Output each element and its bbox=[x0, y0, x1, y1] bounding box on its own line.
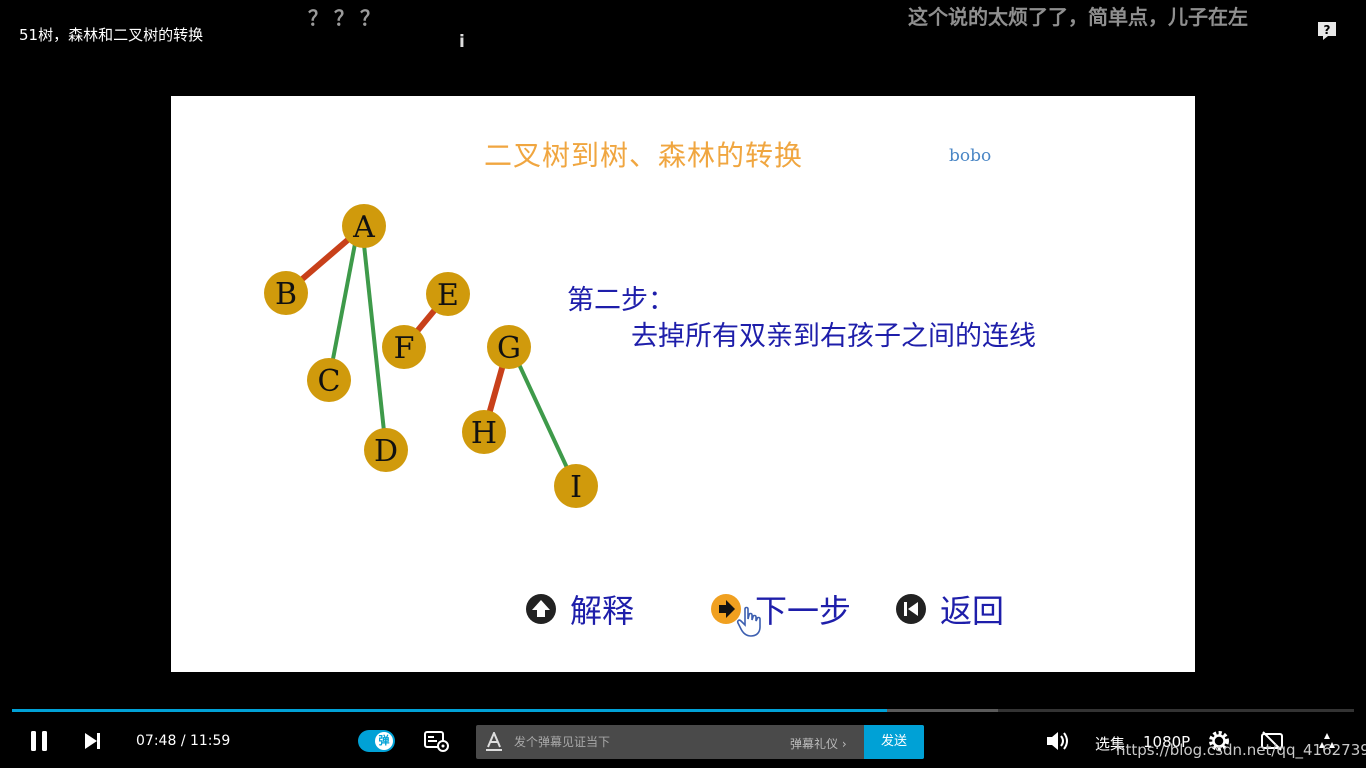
danmaku-etiquette-link[interactable]: 弹幕礼仪 › bbox=[790, 735, 847, 752]
duration: 11:59 bbox=[189, 733, 231, 749]
current-time: 07:48 bbox=[136, 733, 177, 749]
text-style-icon[interactable] bbox=[485, 732, 503, 752]
video-frame[interactable]: 二叉树到树、森林的转换 bobo A B C D E F G H I 第二步： … bbox=[171, 96, 1195, 672]
info-icon[interactable]: i bbox=[459, 32, 465, 52]
tree-node-e: E bbox=[426, 272, 470, 316]
edge-g-i bbox=[509, 346, 577, 486]
tree-node-i: I bbox=[554, 464, 598, 508]
next-step-label: 下一步 bbox=[755, 592, 852, 630]
danmaku-input[interactable] bbox=[514, 725, 774, 759]
svg-text:C: C bbox=[318, 364, 341, 399]
pause-icon[interactable] bbox=[30, 730, 48, 752]
player-controls: 07:48 / 11:59 弹 弹幕礼仪 › 发送 选集 1080P bbox=[0, 714, 1366, 768]
help-feedback-icon[interactable]: ? bbox=[1316, 21, 1338, 41]
svg-text:I: I bbox=[570, 470, 582, 505]
danmaku-toggle[interactable]: 弹 bbox=[358, 730, 395, 752]
next-video-icon[interactable] bbox=[84, 731, 102, 751]
svg-text:D: D bbox=[374, 434, 398, 469]
danmaku-comment[interactable]: 这个说的太烦了了，简单点，儿子在左 bbox=[908, 1, 1248, 30]
tree-node-d: D bbox=[364, 428, 408, 472]
back-button[interactable]: 返回 bbox=[896, 586, 1004, 632]
tree-node-h: H bbox=[462, 410, 506, 454]
watermark: https://blog.csdn.net/qq_41627390 bbox=[1116, 741, 1366, 759]
tree-node-g: G bbox=[487, 325, 531, 369]
step-heading: 第二步： bbox=[567, 285, 675, 316]
back-label: 返回 bbox=[940, 592, 1005, 630]
up-arrow-icon bbox=[526, 594, 556, 624]
tree-node-f: F bbox=[382, 325, 426, 369]
explain-label: 解释 bbox=[570, 592, 635, 630]
volume-icon[interactable] bbox=[1046, 730, 1070, 752]
edge-a-d bbox=[360, 225, 388, 451]
danmaku-bar: 弹幕礼仪 › 发送 bbox=[476, 725, 924, 759]
tree-node-c: C bbox=[307, 358, 351, 402]
tree-nodes: A B C D E F G H I bbox=[264, 204, 598, 508]
danmaku-toggle-label: 弹 bbox=[375, 732, 393, 750]
svg-text:B: B bbox=[275, 277, 297, 312]
svg-text:A: A bbox=[352, 210, 375, 245]
tree-node-b: B bbox=[264, 271, 308, 315]
svg-text:?: ? bbox=[1324, 23, 1331, 37]
video-title: 51树，森林和二叉树的转换 bbox=[19, 26, 204, 44]
progress-played bbox=[12, 709, 887, 712]
svg-text:E: E bbox=[437, 278, 459, 313]
danmaku-settings-icon[interactable] bbox=[424, 730, 450, 752]
send-button[interactable]: 发送 bbox=[864, 725, 924, 759]
tree-node-a: A bbox=[342, 204, 386, 248]
tree-diagram: A B C D E F G H I bbox=[264, 204, 598, 508]
svg-text:F: F bbox=[394, 331, 415, 366]
next-step-button[interactable]: 下一步 bbox=[711, 586, 851, 632]
skip-back-icon bbox=[896, 594, 926, 624]
explain-button[interactable]: 解释 bbox=[526, 586, 634, 632]
hand-cursor-icon bbox=[736, 606, 761, 637]
tree-edges bbox=[284, 223, 577, 486]
svg-text:H: H bbox=[471, 416, 497, 451]
step-description: 去掉所有双亲到右孩子之间的连线 bbox=[631, 321, 1036, 352]
svg-text:G: G bbox=[497, 331, 521, 366]
time-separator: / bbox=[180, 733, 186, 749]
danmaku-comment[interactable]: ？？？ bbox=[308, 2, 386, 31]
time-display: 07:48 / 11:59 bbox=[136, 733, 230, 749]
progress-bar[interactable] bbox=[12, 709, 1354, 712]
